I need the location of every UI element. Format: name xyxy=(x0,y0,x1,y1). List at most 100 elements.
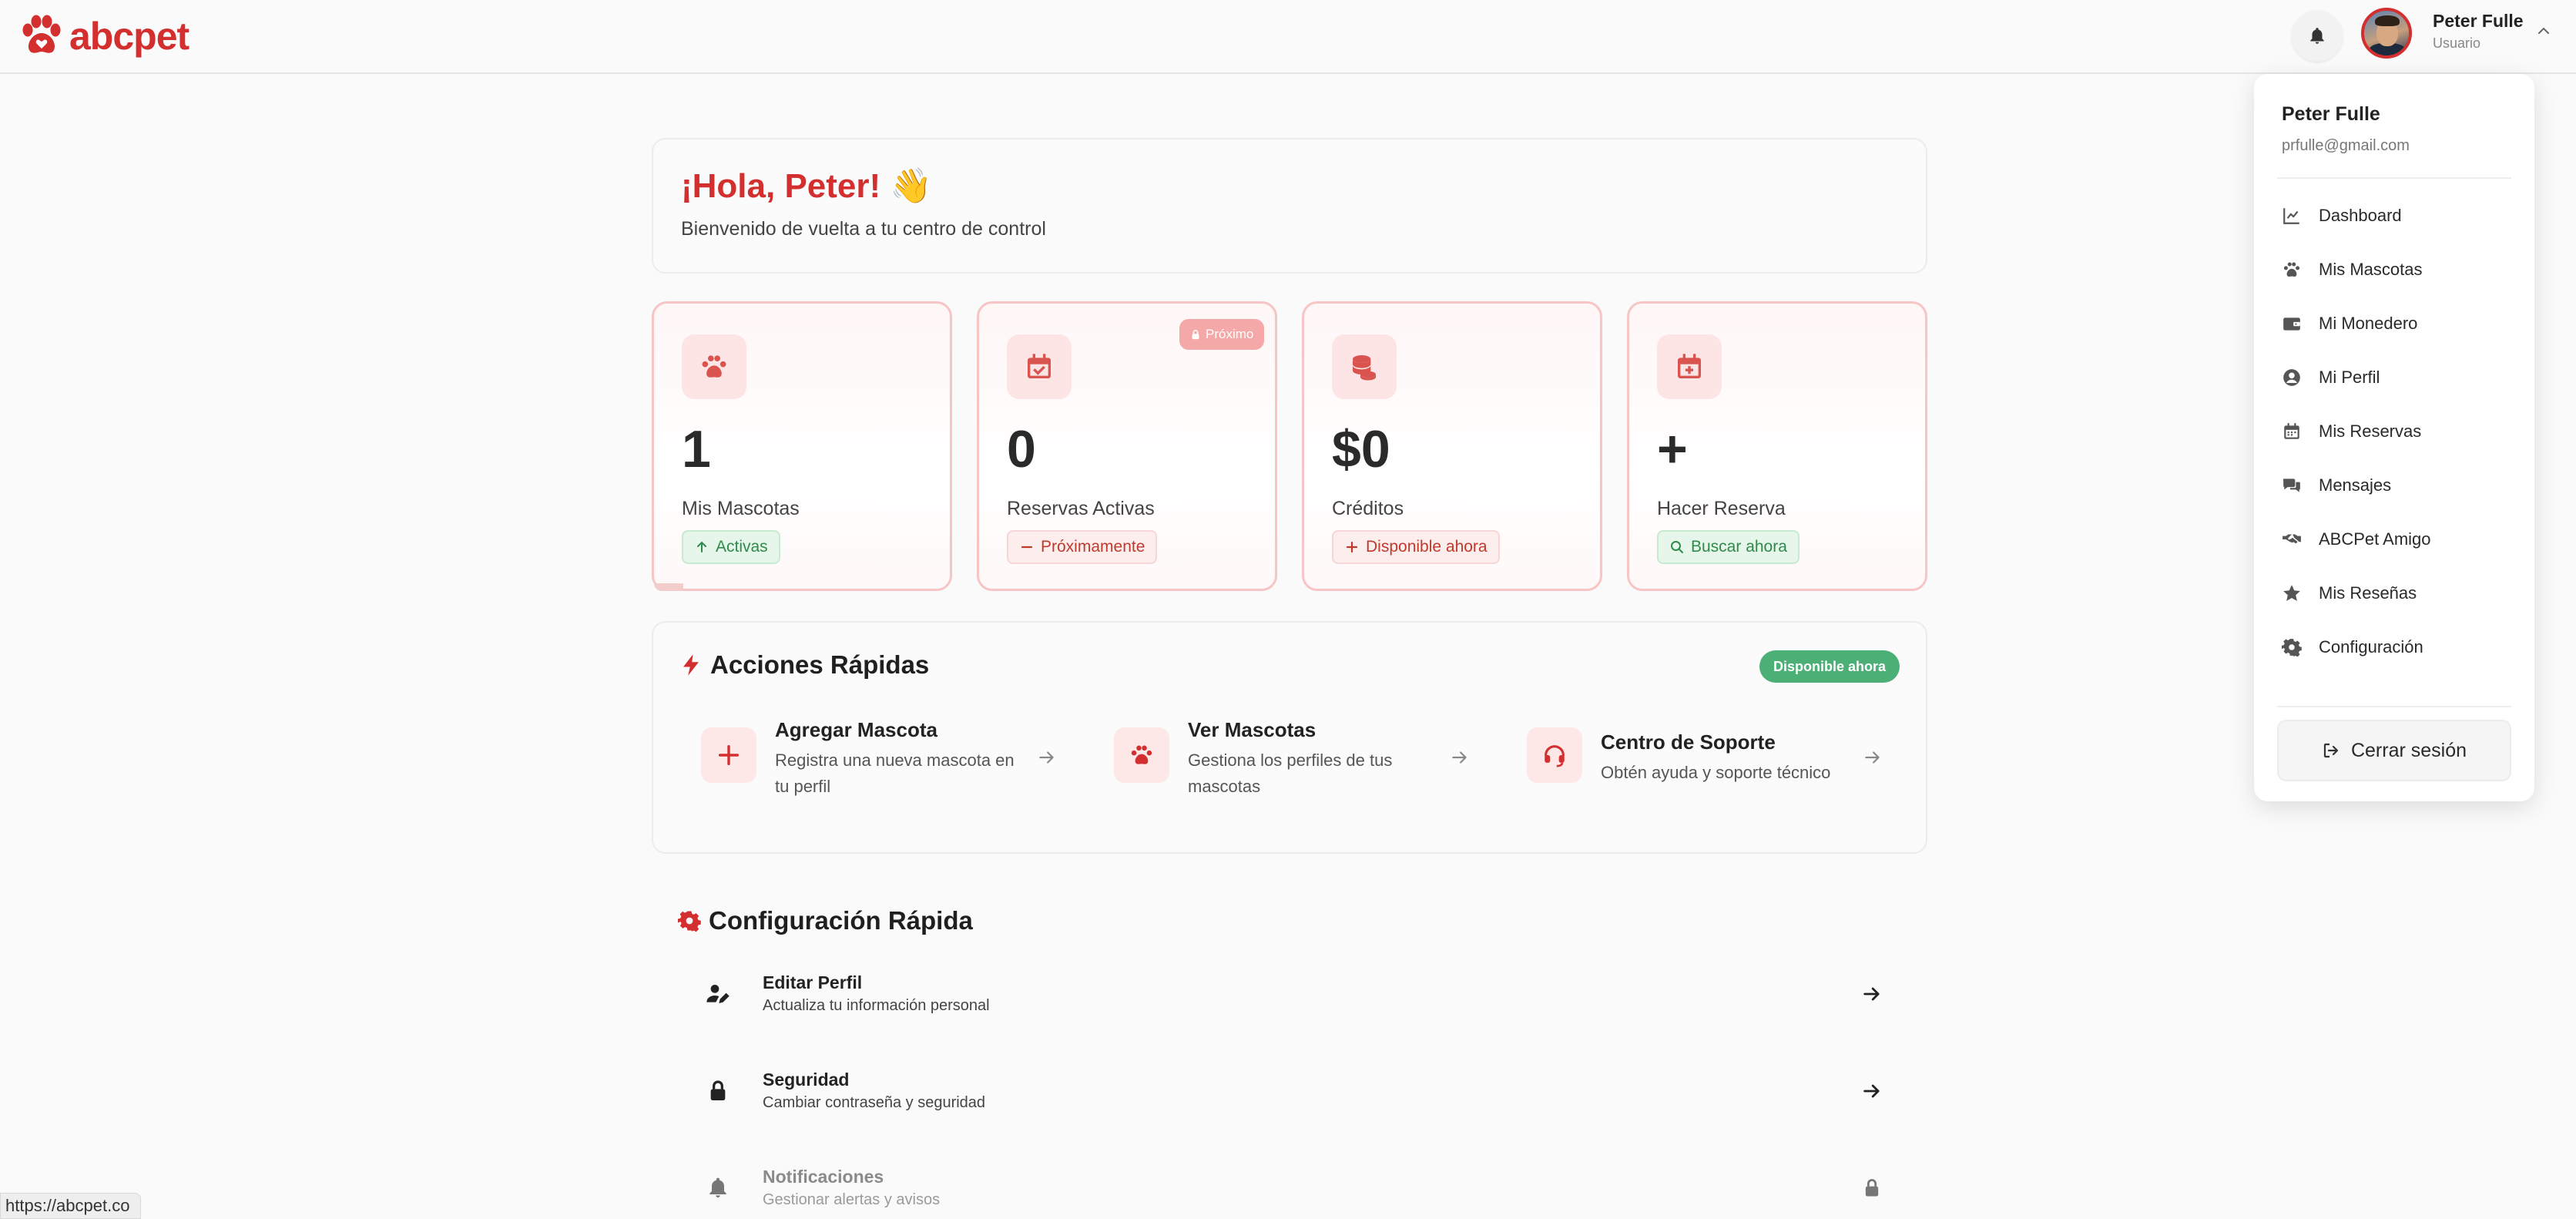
header-user-name[interactable]: Peter Fulle xyxy=(2433,11,2524,32)
notifications-button[interactable] xyxy=(2292,11,2343,62)
menu-item-label: Configuración xyxy=(2319,637,2423,657)
minus-icon xyxy=(1021,546,1033,549)
stat-label: Mis Mascotas xyxy=(682,498,800,519)
badge-label: Próximamente xyxy=(1041,538,1145,556)
headset-icon xyxy=(1545,745,1565,767)
divider xyxy=(2277,177,2511,179)
coins-icon xyxy=(1353,355,1376,381)
dropdown-user-name: Peter Fulle xyxy=(2282,103,2380,125)
stat-icon-box xyxy=(1332,334,1397,399)
browser-status-url: https://abcpet.co xyxy=(0,1193,142,1219)
plus-icon xyxy=(718,744,740,766)
quick-action-ver-mascotas[interactable]: Ver Mascotas Gestiona los perfiles de tu… xyxy=(1114,718,1499,811)
quick-actions-card: Acciones Rápidas Disponible ahora Agrega… xyxy=(652,621,1927,854)
menu-item-label: Dashboard xyxy=(2319,206,2402,225)
stat-icon-box xyxy=(1657,334,1722,399)
badge-label: Buscar ahora xyxy=(1691,538,1787,556)
chat-icon xyxy=(2283,479,2300,492)
paw-icon xyxy=(2283,262,2300,277)
chevron-up-icon[interactable] xyxy=(2536,23,2551,39)
bell-icon xyxy=(709,1177,726,1197)
plus-icon xyxy=(1346,541,1358,553)
badge-label: Disponible ahora xyxy=(1366,538,1488,556)
arrow-right-icon xyxy=(1865,751,1880,764)
config-item-seguridad[interactable]: Seguridad Cambiar contraseña y seguridad xyxy=(678,1063,1895,1125)
user-dropdown-menu: Peter Fulle prfulle@gmail.com Dashboard … xyxy=(2254,74,2534,801)
menu-item-label: Mi Perfil xyxy=(2319,368,2380,387)
logout-label: Cerrar sesión xyxy=(2350,739,2467,761)
menu-item-mis-reservas[interactable]: Mis Reservas xyxy=(2282,415,2513,448)
logo-text: abcpet xyxy=(69,15,190,58)
proximo-tag: Próximo xyxy=(1179,319,1265,350)
arrow-right-icon xyxy=(1039,751,1054,764)
quick-action-title: Ver Mascotas xyxy=(1188,718,1317,741)
logout-button[interactable]: Cerrar sesión xyxy=(2277,720,2511,781)
quick-action-title: Agregar Mascota xyxy=(775,718,937,741)
quick-action-desc: Gestiona los perfiles de tus mascotas xyxy=(1188,751,1393,796)
wallet-icon xyxy=(2283,317,2300,331)
config-item-editar-perfil[interactable]: Editar Perfil Actualiza tu información p… xyxy=(678,966,1895,1028)
menu-item-configuracion[interactable]: Configuración xyxy=(2282,630,2513,664)
quick-action-centro-soporte[interactable]: Centro de Soporte Obtén ayuda y soporte … xyxy=(1527,718,1912,811)
stat-value: 0 xyxy=(1007,420,1036,479)
menu-item-mis-mascotas[interactable]: Mis Mascotas xyxy=(2282,253,2513,287)
config-item-notificaciones: Notificaciones Gestionar alertas y aviso… xyxy=(678,1160,1895,1219)
config-section-title: Configuración Rápida xyxy=(678,906,973,935)
stat-card-reservas[interactable]: Próximo 0 Reservas Activas Próximamente xyxy=(977,301,1277,591)
paw-icon xyxy=(1131,745,1152,764)
arrow-right-icon xyxy=(1863,987,1880,1001)
config-item-desc: Cambiar contraseña y seguridad xyxy=(763,1094,986,1111)
quick-action-agregar-mascota[interactable]: Agregar Mascota Registra una nueva masco… xyxy=(701,718,1086,811)
greeting-title: ¡Hola, Peter! 👋 xyxy=(681,167,933,205)
bolt-icon xyxy=(683,654,699,676)
menu-item-label: Mis Mascotas xyxy=(2319,260,2423,279)
calendar-icon xyxy=(1028,354,1051,378)
config-item-title: Editar Perfil xyxy=(763,972,863,992)
stat-value: + xyxy=(1657,420,1688,479)
menu-item-label: Mis Reservas xyxy=(2319,421,2422,441)
lock-icon xyxy=(1192,330,1199,340)
quick-action-desc: Registra una nueva mascota en tu perfil xyxy=(775,751,1015,796)
status-badge: Buscar ahora xyxy=(1657,530,1800,564)
avatar[interactable] xyxy=(2361,8,2412,59)
config-item-title: Seguridad xyxy=(763,1070,850,1090)
logo[interactable]: abcpet xyxy=(18,9,190,63)
gear-icon xyxy=(678,911,701,932)
section-title-text: Configuración Rápida xyxy=(709,906,973,935)
menu-item-dashboard[interactable]: Dashboard xyxy=(2282,199,2513,233)
calendar-icon xyxy=(2284,423,2299,439)
paw-icon xyxy=(702,355,726,378)
stat-card-mascotas[interactable]: 1 Mis Mascotas Activas xyxy=(652,301,952,591)
quick-icon-box xyxy=(1527,727,1582,783)
stat-icon-box xyxy=(1007,334,1072,399)
gear-icon xyxy=(2282,639,2302,657)
header-user-role: Usuario xyxy=(2433,35,2481,51)
stat-label: Reservas Activas xyxy=(1007,498,1155,519)
menu-item-mis-resenas[interactable]: Mis Reseñas xyxy=(2282,576,2513,610)
menu-item-mi-monedero[interactable]: Mi Monedero xyxy=(2282,307,2513,341)
proximo-label: Próximo xyxy=(1206,327,1254,341)
handshake-icon xyxy=(2283,534,2301,544)
stat-icon-box xyxy=(682,334,746,399)
stat-label: Hacer Reserva xyxy=(1657,498,1786,519)
available-badge: Disponible ahora xyxy=(1759,650,1900,683)
bell-icon xyxy=(2310,28,2324,44)
calendar-plus-icon xyxy=(1678,354,1701,378)
section-title-text: Acciones Rápidas xyxy=(710,650,930,679)
lock-icon xyxy=(710,1080,726,1100)
search-icon xyxy=(1671,541,1683,553)
arrow-right-icon xyxy=(1452,751,1467,764)
user-edit-icon xyxy=(706,985,730,1003)
menu-item-mensajes[interactable]: Mensajes xyxy=(2282,468,2513,502)
top-header: abcpet Peter Fulle Usuario xyxy=(0,0,2576,74)
divider xyxy=(2277,706,2511,707)
menu-item-abcpet-amigo[interactable]: ABCPet Amigo xyxy=(2282,522,2513,556)
stat-card-creditos[interactable]: $0 Créditos Disponible ahora xyxy=(1302,301,1602,591)
sign-out-icon xyxy=(2323,743,2339,758)
quick-action-desc: Obtén ayuda y soporte técnico xyxy=(1601,763,1831,782)
config-item-title: Notificaciones xyxy=(763,1167,884,1187)
chart-line-icon xyxy=(2283,208,2299,224)
stat-card-hacer-reserva[interactable]: + Hacer Reserva Buscar ahora xyxy=(1627,301,1927,591)
menu-item-mi-perfil[interactable]: Mi Perfil xyxy=(2282,361,2513,395)
menu-item-label: Mensajes xyxy=(2319,475,2392,495)
